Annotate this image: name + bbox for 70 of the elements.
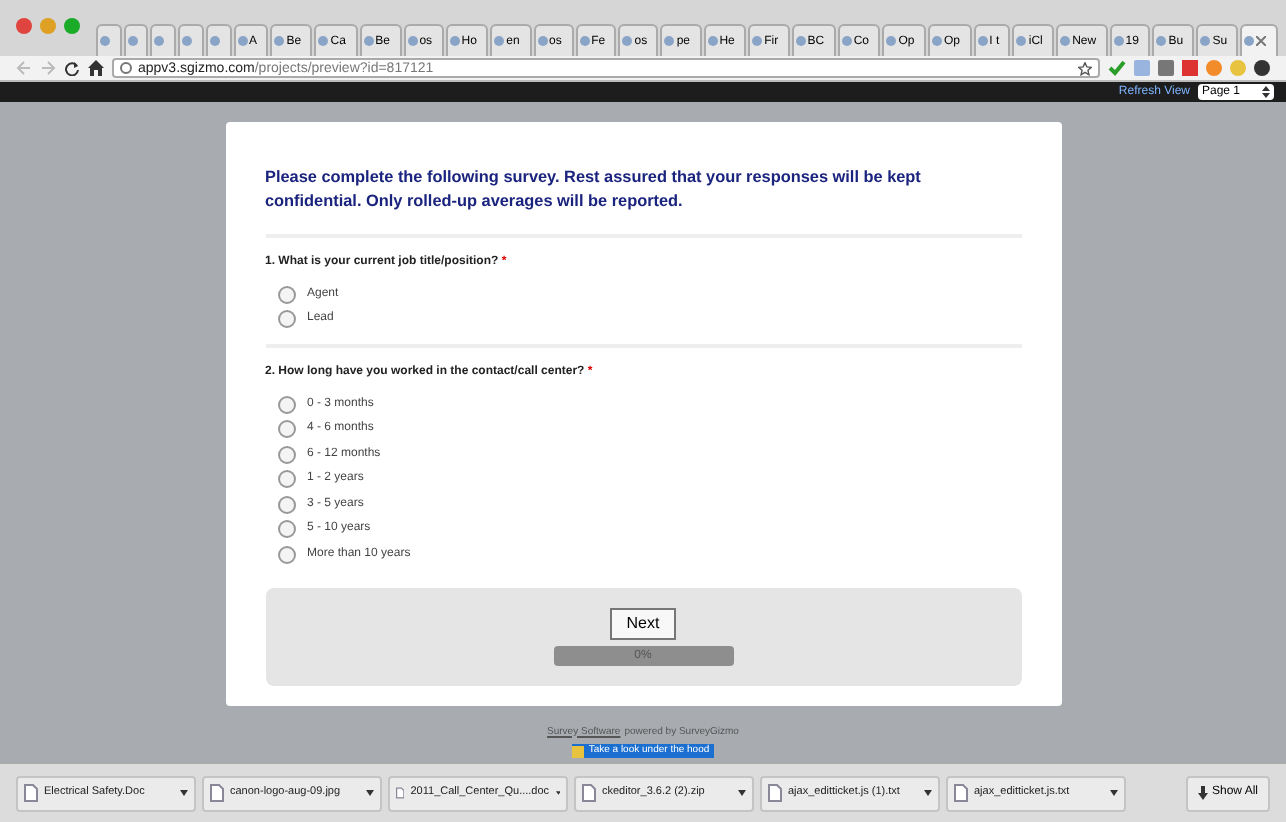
favicon-icon: [127, 36, 138, 46]
logo-icon: [572, 745, 585, 757]
dropdown-arrows-icon: [1262, 86, 1270, 98]
browser-tab[interactable]: [178, 24, 204, 56]
radio-button[interactable]: [277, 495, 295, 514]
favicon-icon: [579, 36, 590, 46]
caret-icon[interactable]: [180, 790, 188, 796]
favicon-icon: [795, 36, 806, 46]
download-arrow-icon: [1197, 786, 1208, 800]
browser-tab[interactable]: [205, 24, 232, 56]
caret-icon[interactable]: [924, 790, 932, 796]
back-arrow-icon[interactable]: [16, 60, 32, 76]
radio-button[interactable]: [277, 285, 295, 304]
favicon-icon: [494, 36, 505, 46]
favicon-icon: [1244, 36, 1255, 46]
radio-button[interactable]: [277, 420, 295, 439]
favicon-icon: [1113, 36, 1124, 46]
bookmark-star-icon[interactable]: [1078, 61, 1092, 75]
favicon-icon: [707, 36, 718, 46]
radio-button[interactable]: [277, 395, 295, 414]
next-button[interactable]: Next: [610, 607, 676, 639]
favicon-icon: [318, 36, 329, 46]
reload-icon[interactable]: [64, 60, 80, 76]
favicon-icon: [154, 36, 165, 46]
caret-icon[interactable]: [738, 790, 746, 796]
radio-button[interactable]: [277, 310, 295, 329]
zoom-window-icon[interactable]: [64, 18, 80, 34]
file-icon: [210, 784, 224, 802]
radio-button[interactable]: [277, 470, 295, 489]
browser-tab[interactable]: [150, 24, 177, 56]
globe-icon: [120, 62, 132, 74]
close-tab-icon[interactable]: [1256, 36, 1267, 46]
favicon-icon: [274, 36, 285, 46]
checkmark-icon[interactable]: [1108, 60, 1126, 76]
file-icon: [24, 784, 38, 802]
favicon-icon: [100, 36, 110, 46]
forward-arrow-icon[interactable]: [40, 60, 56, 76]
caret-icon[interactable]: [366, 790, 374, 796]
favicon-icon: [182, 36, 193, 46]
favicon-icon: [664, 36, 675, 46]
file-icon: [954, 784, 968, 802]
close-window-icon[interactable]: [16, 18, 32, 34]
favicon-icon: [931, 36, 942, 46]
favicon-icon: [209, 36, 220, 46]
file-icon: [396, 784, 405, 802]
favicon-icon: [752, 36, 763, 46]
favicon-icon: [237, 36, 248, 46]
radio-button[interactable]: [277, 545, 295, 564]
favicon-icon: [841, 36, 852, 46]
favicon-icon: [363, 36, 374, 46]
favicon-icon: [886, 36, 897, 46]
home-icon[interactable]: [88, 60, 104, 76]
favicon-icon: [407, 36, 418, 46]
favicon-icon: [1200, 36, 1211, 46]
favicon-icon: [1060, 36, 1071, 46]
radio-button[interactable]: [277, 445, 295, 464]
favicon-icon: [449, 36, 460, 46]
file-icon: [582, 784, 596, 802]
browser-tab[interactable]: [123, 24, 149, 56]
caret-icon[interactable]: [555, 790, 560, 796]
file-icon: [768, 784, 782, 802]
survey-intro: Please complete the following survey. Rest assured that your responses will be kept confidential. Only rolled-up averages will be reported.: [265, 166, 1021, 238]
favicon-icon: [977, 36, 988, 46]
favicon-icon: [622, 36, 633, 46]
caret-icon[interactable]: [1110, 790, 1118, 796]
favicon-icon: [537, 36, 548, 46]
favicon-icon: [1156, 36, 1167, 46]
radio-button[interactable]: [277, 520, 295, 539]
favicon-icon: [1016, 36, 1027, 46]
minimize-window-icon[interactable]: [40, 18, 56, 34]
